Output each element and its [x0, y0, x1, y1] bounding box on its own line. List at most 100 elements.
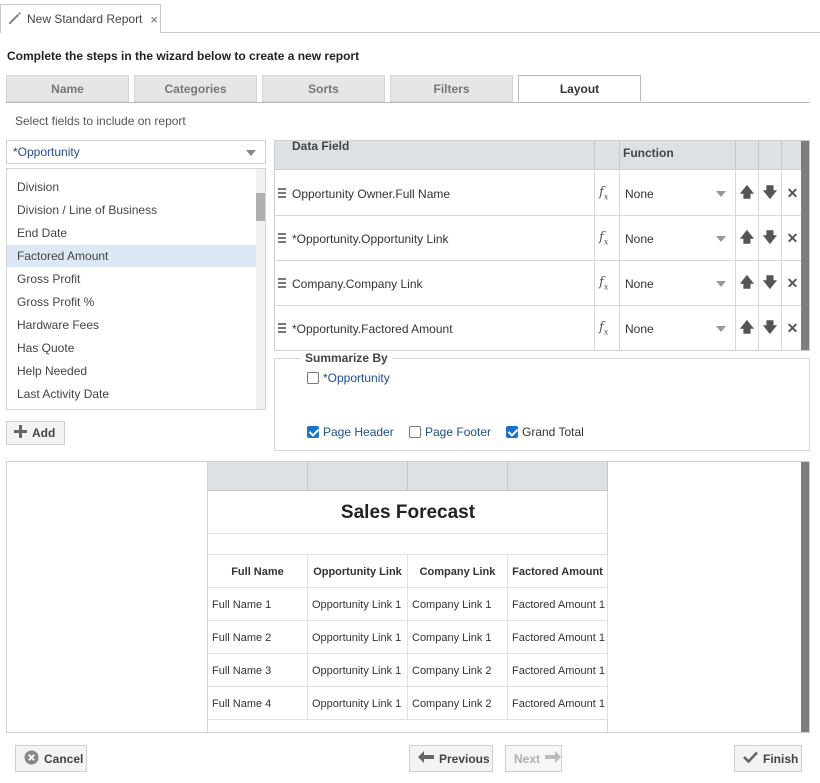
- drag-handle-icon[interactable]: [278, 323, 286, 334]
- next-button[interactable]: Next: [505, 745, 562, 772]
- table-cell: Company Link 2: [408, 687, 508, 720]
- finish-button[interactable]: Finish: [734, 745, 802, 772]
- drag-handle-icon[interactable]: [278, 233, 286, 244]
- grid-header: Data Field Function: [275, 140, 809, 170]
- list-item[interactable]: Gross Profit %: [7, 291, 258, 313]
- table-cell: Opportunity Link 1: [308, 621, 408, 654]
- function-icon[interactable]: fx: [595, 275, 608, 292]
- cancel-icon: [24, 750, 39, 768]
- report-title: Sales Forecast: [208, 492, 608, 534]
- wizard-instructions: Complete the steps in the wizard below t…: [7, 49, 360, 63]
- grid-row: *Opportunity.Opportunity Link fx None 🡅 …: [275, 216, 809, 261]
- function-icon[interactable]: fx: [595, 230, 608, 247]
- field-name: Company.Company Link: [292, 276, 423, 291]
- function-header: Function: [623, 146, 674, 160]
- function-select[interactable]: None: [620, 261, 736, 306]
- summarize-opportunity-checkbox[interactable]: [307, 372, 319, 384]
- page-footer-label: Page Footer: [425, 425, 492, 439]
- preview-header-row: Full Name Opportunity Link Company Link …: [208, 555, 608, 588]
- summarize-legend: Summarize By: [301, 351, 392, 365]
- tab-categories[interactable]: Categories: [134, 75, 257, 102]
- arrow-down-icon[interactable]: 🡇: [759, 261, 782, 306]
- table-cell: Full Name 4: [208, 687, 308, 720]
- table-cell: Full Name 1: [208, 588, 308, 621]
- function-select-value: None: [625, 231, 654, 246]
- caret-down-icon: [716, 191, 726, 197]
- list-item[interactable]: Division: [7, 176, 258, 198]
- tab-name[interactable]: Name: [6, 75, 129, 102]
- function-select-value: None: [625, 276, 654, 291]
- caret-down-icon: [716, 281, 726, 287]
- column-header: Opportunity Link: [308, 555, 408, 588]
- object-select[interactable]: *Opportunity: [6, 140, 266, 164]
- table-row: Full Name 3 Opportunity Link 1 Company L…: [208, 654, 608, 687]
- field-list[interactable]: Division Division / Line of Business End…: [6, 168, 266, 410]
- grand-total-option[interactable]: Grand Total: [506, 425, 584, 439]
- grand-total-checkbox[interactable]: [506, 426, 518, 438]
- arrow-down-icon[interactable]: 🡇: [759, 216, 782, 261]
- report-tab[interactable]: New Standard Report ×: [0, 4, 161, 33]
- list-item[interactable]: Division / Line of Business: [7, 199, 258, 221]
- tab-layout[interactable]: Layout: [518, 75, 641, 102]
- list-item[interactable]: Last Activity Date: [7, 383, 258, 405]
- preview-column-bar: [208, 462, 608, 491]
- function-select[interactable]: None: [620, 171, 736, 216]
- grid-row: *Opportunity.Factored Amount fx None 🡅 🡇…: [275, 306, 809, 350]
- check-icon: [743, 751, 758, 766]
- arrow-up-icon[interactable]: 🡅: [736, 306, 759, 350]
- list-item[interactable]: Gross Profit: [7, 268, 258, 290]
- arrow-right-icon: [545, 751, 562, 766]
- list-item-selected[interactable]: Factored Amount: [7, 245, 258, 267]
- page-footer-checkbox[interactable]: [409, 426, 421, 438]
- function-select-value: None: [625, 186, 654, 201]
- page-header-option[interactable]: Page Header: [307, 425, 394, 439]
- function-icon[interactable]: fx: [595, 185, 608, 202]
- grid-row: Company.Company Link fx None 🡅 🡇 ✕: [275, 261, 809, 306]
- page-footer-option[interactable]: Page Footer: [409, 425, 491, 439]
- cancel-button[interactable]: Cancel: [15, 745, 87, 772]
- report-preview: Sales Forecast Full Name Opportunity Lin…: [6, 461, 810, 733]
- summarize-option[interactable]: *Opportunity: [307, 371, 390, 385]
- arrow-down-icon[interactable]: 🡇: [759, 171, 782, 216]
- list-item[interactable]: End Date: [7, 222, 258, 244]
- add-button-label: Add: [32, 426, 56, 440]
- close-icon[interactable]: ×: [150, 12, 158, 27]
- function-select[interactable]: None: [620, 306, 736, 350]
- page-header-checkbox[interactable]: [307, 426, 319, 438]
- table-row: Full Name 4 Opportunity Link 1 Company L…: [208, 687, 608, 720]
- preview-scrollbar[interactable]: [801, 462, 809, 732]
- arrow-up-icon[interactable]: 🡅: [736, 171, 759, 216]
- arrow-up-icon[interactable]: 🡅: [736, 216, 759, 261]
- page-header-label: Page Header: [323, 425, 394, 439]
- arrow-up-icon[interactable]: 🡅: [736, 261, 759, 306]
- list-item[interactable]: Hardware Fees: [7, 314, 258, 336]
- tab-sorts[interactable]: Sorts: [262, 75, 385, 102]
- caret-down-icon: [246, 150, 256, 156]
- table-cell: Full Name 3: [208, 654, 308, 687]
- drag-handle-icon[interactable]: [278, 278, 286, 289]
- tab-filters[interactable]: Filters: [390, 75, 513, 102]
- drag-handle-icon[interactable]: [278, 188, 286, 199]
- field-list-scroll-thumb[interactable]: [256, 193, 265, 221]
- previous-button[interactable]: Previous: [409, 745, 493, 772]
- table-row: Full Name 2 Opportunity Link 1 Company L…: [208, 621, 608, 654]
- column-header: Company Link: [408, 555, 508, 588]
- list-item[interactable]: Help Needed: [7, 360, 258, 382]
- table-cell: Opportunity Link 1: [308, 588, 408, 621]
- add-button[interactable]: Add: [6, 421, 65, 445]
- arrow-left-icon: [418, 751, 434, 766]
- function-select[interactable]: None: [620, 216, 736, 261]
- grand-total-label: Grand Total: [522, 425, 584, 439]
- table-cell: Full Name 2: [208, 621, 308, 654]
- data-field-header: Data Field: [292, 140, 350, 153]
- table-cell: Company Link 1: [408, 621, 508, 654]
- arrow-down-icon[interactable]: 🡇: [759, 306, 782, 350]
- tabs-underline: [6, 102, 810, 103]
- list-item[interactable]: Has Quote: [7, 337, 258, 359]
- field-name: Opportunity Owner.Full Name: [292, 186, 451, 201]
- previous-button-label: Previous: [439, 751, 490, 766]
- function-icon[interactable]: fx: [595, 320, 608, 337]
- table-cell: Company Link 1: [408, 588, 508, 621]
- grid-scrollbar[interactable]: [801, 141, 809, 350]
- table-cell: Opportunity Link 1: [308, 687, 408, 720]
